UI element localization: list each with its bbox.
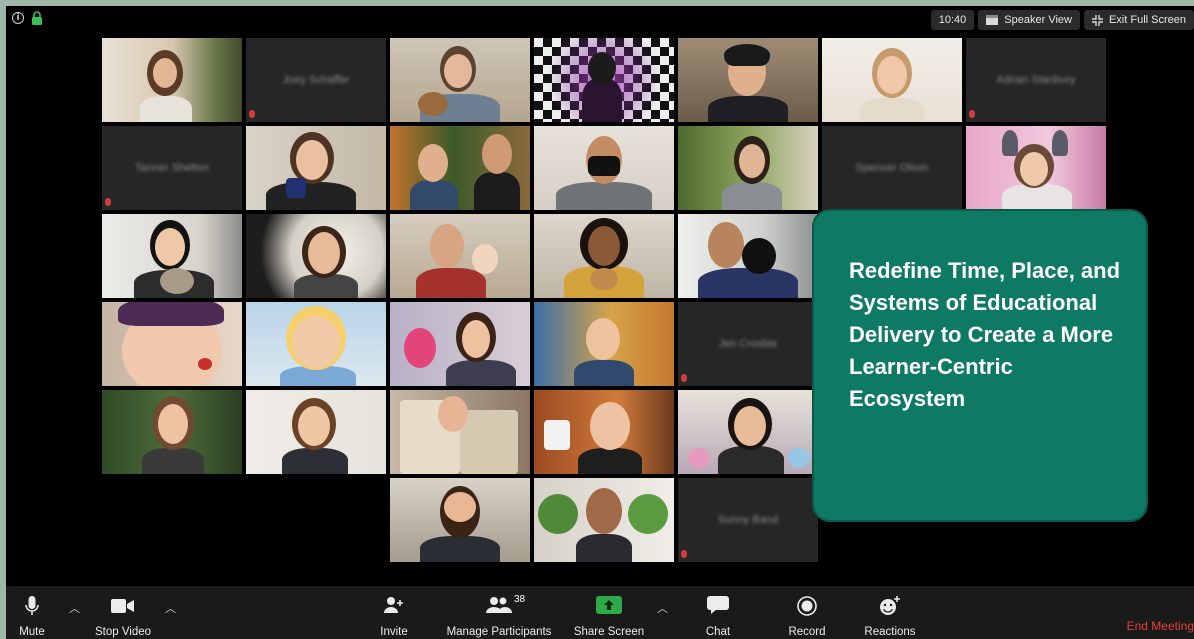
video-tile[interactable] xyxy=(246,302,386,386)
video-tile[interactable] xyxy=(390,126,530,210)
video-camera-icon xyxy=(111,599,134,613)
video-tile[interactable] xyxy=(102,38,242,122)
video-tile[interactable] xyxy=(534,38,674,122)
video-tile[interactable] xyxy=(534,214,674,298)
video-tile[interactable] xyxy=(678,214,818,298)
video-tile[interactable] xyxy=(390,390,530,474)
exit-full-screen-label: Exit Full Screen xyxy=(1108,14,1186,26)
video-tile[interactable]: Jen Crosbie xyxy=(678,302,818,386)
participant-count-badge: 38 xyxy=(514,594,526,605)
chat-label: Chat xyxy=(705,626,731,638)
top-bar: i 10:40 Speaker View Exit Full Screen xyxy=(6,6,1194,34)
muted-icon xyxy=(969,110,975,118)
share-screen-icon xyxy=(596,596,622,614)
mute-options-caret[interactable]: ︿ xyxy=(69,600,80,616)
video-tile[interactable] xyxy=(246,214,386,298)
participant-name: Joey Schaffer xyxy=(282,74,350,86)
video-tile[interactable] xyxy=(390,214,530,298)
info-icon[interactable]: i xyxy=(12,12,24,24)
mute-label: Mute xyxy=(19,626,45,638)
share-options-caret[interactable]: ︿ xyxy=(657,600,668,616)
end-meeting-button[interactable]: End Meeting xyxy=(1127,619,1194,633)
reactions-button[interactable]: Reactions xyxy=(858,586,922,639)
speaker-view-icon xyxy=(986,15,999,25)
participant-name: Spencer Olson xyxy=(855,162,929,174)
chat-button[interactable]: Chat xyxy=(696,586,740,639)
lock-icon[interactable] xyxy=(31,11,43,25)
video-tile[interactable] xyxy=(822,38,962,122)
muted-icon xyxy=(681,550,687,558)
muted-icon xyxy=(105,198,111,206)
stop-video-button[interactable]: Stop Video xyxy=(84,586,162,639)
time-text: 10:40 xyxy=(938,14,967,26)
share-screen-label: Share Screen xyxy=(573,626,645,638)
video-tile[interactable] xyxy=(102,214,242,298)
record-label: Record xyxy=(788,626,826,638)
meeting-toolbar: Mute ︿ Stop Video ︿ Invite 38 Manage Par… xyxy=(6,586,1194,639)
record-icon xyxy=(797,596,817,616)
video-tile[interactable] xyxy=(678,38,818,122)
invite-icon xyxy=(384,597,403,613)
chat-icon xyxy=(707,596,729,614)
video-tile[interactable] xyxy=(678,390,818,474)
callout-box: Redefine Time, Place, and Systems of Edu… xyxy=(812,209,1148,522)
video-tile[interactable] xyxy=(534,478,674,562)
manage-participants-label: Manage Participants xyxy=(446,626,552,638)
invite-button[interactable]: Invite xyxy=(374,586,414,639)
video-tile[interactable] xyxy=(246,390,386,474)
speaker-view-button[interactable]: Speaker View xyxy=(978,10,1080,30)
reactions-icon xyxy=(880,596,900,615)
zoom-window: i 10:40 Speaker View Exit Full Screen Jo… xyxy=(6,6,1194,639)
video-tile[interactable] xyxy=(534,126,674,210)
video-tile[interactable]: Sunny Band xyxy=(678,478,818,562)
invite-label: Invite xyxy=(380,626,408,638)
meeting-time: 10:40 xyxy=(930,10,975,30)
video-tile[interactable] xyxy=(534,390,674,474)
video-tile[interactable] xyxy=(102,390,242,474)
exit-full-screen-button[interactable]: Exit Full Screen xyxy=(1083,10,1194,30)
video-tile[interactable]: Tanner Shelton xyxy=(102,126,242,210)
speaker-view-label: Speaker View xyxy=(1004,14,1072,26)
video-tile[interactable] xyxy=(246,126,386,210)
video-options-caret[interactable]: ︿ xyxy=(165,600,176,616)
reactions-label: Reactions xyxy=(864,626,916,638)
stop-video-label: Stop Video xyxy=(94,626,152,638)
share-screen-button[interactable]: Share Screen xyxy=(568,586,650,639)
exit-full-screen-icon xyxy=(1091,14,1103,26)
manage-participants-button[interactable]: 38 Manage Participants xyxy=(438,586,560,639)
mute-button[interactable]: Mute xyxy=(6,586,58,639)
muted-icon xyxy=(249,110,255,118)
video-tile[interactable] xyxy=(678,126,818,210)
participants-icon xyxy=(486,597,512,613)
participant-name: Adrian Stanbury xyxy=(996,74,1076,86)
video-tile[interactable] xyxy=(966,126,1106,210)
participant-name: Sunny Band xyxy=(718,514,778,526)
video-tile[interactable] xyxy=(390,478,530,562)
record-button[interactable]: Record xyxy=(782,586,832,639)
video-tile[interactable] xyxy=(390,302,530,386)
participant-name: Jen Crosbie xyxy=(718,338,778,350)
video-tile[interactable] xyxy=(534,302,674,386)
video-tile[interactable]: Adrian Stanbury xyxy=(966,38,1106,122)
callout-text: Redefine Time, Place, and Systems of Edu… xyxy=(849,258,1121,411)
microphone-icon xyxy=(25,596,39,615)
video-tile[interactable] xyxy=(102,302,242,386)
video-tile[interactable] xyxy=(390,38,530,122)
video-tile[interactable]: Joey Schaffer xyxy=(246,38,386,122)
participant-name: Tanner Shelton xyxy=(135,162,209,174)
muted-icon xyxy=(681,374,687,382)
video-tile[interactable]: Spencer Olson xyxy=(822,126,962,210)
